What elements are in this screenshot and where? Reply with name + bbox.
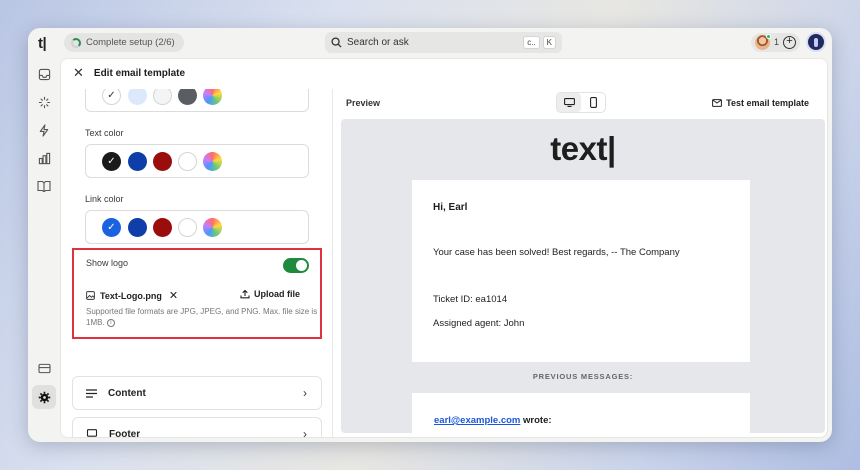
- swatch-light-blue[interactable]: [128, 89, 147, 105]
- footer-laptop-icon: [86, 429, 98, 437]
- billing-icon[interactable]: [36, 360, 52, 376]
- complete-setup-button[interactable]: Complete setup (2/6): [64, 33, 184, 52]
- swatch-dark-gray[interactable]: [178, 89, 197, 105]
- desktop-view-icon[interactable]: [557, 93, 581, 112]
- device-toggle: [556, 92, 606, 113]
- content-accordion[interactable]: Content ›: [72, 376, 322, 410]
- mobile-view-icon[interactable]: [581, 93, 605, 112]
- test-email-template-button[interactable]: Test email template: [712, 98, 809, 108]
- custom-color-picker-icon[interactable]: [203, 152, 222, 171]
- app-window: t| Complete setup (2/6) Search or ask c.…: [28, 28, 832, 442]
- link-color-swatches: ✓: [85, 210, 309, 244]
- top-bar: t| Complete setup (2/6) Search or ask c.…: [28, 28, 832, 58]
- uploaded-file: Text-Logo.png ✕: [86, 289, 178, 302]
- search-bar[interactable]: Search or ask c.. K: [325, 32, 562, 53]
- show-logo-label: Show logo: [86, 258, 129, 268]
- content-label: Content: [108, 387, 146, 399]
- email-body-text: Your case has been solved! Best regards,…: [433, 247, 680, 258]
- knowledge-base-icon[interactable]: [36, 178, 52, 194]
- left-rail: [28, 58, 60, 442]
- collaborator-count: 1: [773, 37, 779, 47]
- keyboard-shortcut: c.. K: [523, 36, 556, 49]
- quoted-message-header: earl@example.com wrote:: [434, 415, 552, 426]
- email-body-card: Hi, Earl Your case has been solved! Best…: [412, 180, 750, 362]
- upload-file-button[interactable]: Upload file: [240, 289, 300, 299]
- search-icon: [331, 37, 342, 48]
- info-icon[interactable]: i: [106, 318, 115, 327]
- test-email-label: Test email template: [726, 98, 809, 108]
- footer-accordion[interactable]: Footer ›: [72, 417, 322, 438]
- upload-label: Upload file: [253, 289, 300, 299]
- assigned-agent: Assigned agent: John: [433, 318, 525, 329]
- image-file-icon: [86, 291, 95, 300]
- content-lines-icon: [86, 388, 97, 398]
- footer-label: Footer: [109, 428, 141, 438]
- email-preview-canvas: text| Hi, Earl Your case has been solved…: [341, 119, 825, 433]
- swatch-blue-selected[interactable]: ✓: [102, 218, 121, 237]
- reports-icon[interactable]: [36, 150, 52, 166]
- settings-gear-icon[interactable]: [32, 385, 56, 409]
- kbd-key-k: K: [542, 36, 556, 49]
- swatch-white[interactable]: [178, 218, 197, 237]
- progress-ring-icon: [71, 37, 81, 48]
- collaborators-group[interactable]: 1 +: [750, 32, 800, 52]
- preview-header: Preview Test email template: [333, 89, 827, 119]
- ticket-id: Ticket ID: ea1014: [433, 294, 508, 305]
- upload-icon: [240, 289, 250, 299]
- file-format-hint: Supported file formats are JPG, JPEG, an…: [86, 306, 318, 328]
- swatch-black-selected[interactable]: ✓: [102, 152, 121, 171]
- swatch-red[interactable]: [153, 218, 172, 237]
- edit-template-panel: ✕ Edit email template ✓ Text color ✓ Lin…: [60, 58, 828, 438]
- file-name: Text-Logo.png: [100, 290, 162, 301]
- chevron-right-icon: ›: [303, 427, 307, 438]
- inbox-icon[interactable]: [36, 66, 52, 82]
- app-logo[interactable]: t|: [38, 35, 47, 52]
- background-color-swatches: ✓: [85, 89, 309, 112]
- panel-title: Edit email template: [93, 67, 186, 79]
- email-logo: text|: [550, 130, 616, 167]
- custom-color-picker-icon[interactable]: [203, 89, 222, 105]
- chevron-right-icon: ›: [303, 386, 307, 400]
- kbd-key-ctrl: c..: [523, 36, 540, 49]
- preview-title: Preview: [346, 98, 381, 108]
- swatch-white[interactable]: [178, 152, 197, 171]
- show-logo-section: Show logo Text-Logo.png ✕ Upload file Su…: [72, 248, 322, 339]
- sender-email-link[interactable]: earl@example.com: [434, 415, 520, 426]
- swatch-red[interactable]: [153, 152, 172, 171]
- email-greeting: Hi, Earl: [433, 202, 468, 213]
- link-color-label: Link color: [85, 194, 124, 204]
- remove-file-icon[interactable]: ✕: [169, 289, 178, 302]
- close-icon[interactable]: ✕: [73, 65, 84, 81]
- search-placeholder: Search or ask: [347, 37, 409, 48]
- previous-messages-heading: PREVIOUS MESSAGES:: [532, 372, 634, 381]
- swatch-blue[interactable]: [128, 152, 147, 171]
- panel-header: ✕ Edit email template: [61, 59, 827, 87]
- swatch-light-gray[interactable]: [153, 89, 172, 105]
- lightning-icon[interactable]: [36, 122, 52, 138]
- sparkle-icon[interactable]: [36, 94, 52, 110]
- text-color-swatches: ✓: [85, 144, 309, 178]
- hint-text: Supported file formats are JPG, JPEG, an…: [86, 307, 318, 327]
- user-profile-icon[interactable]: [806, 32, 826, 52]
- settings-column[interactable]: ✓ Text color ✓ Link color ✓ Show logo Te…: [61, 89, 333, 438]
- swatch-dark-blue[interactable]: [128, 218, 147, 237]
- custom-color-picker-icon[interactable]: [203, 218, 222, 237]
- text-color-label: Text color: [85, 128, 124, 138]
- wrote-label: wrote:: [520, 415, 552, 426]
- previous-message-card: earl@example.com wrote:: [412, 393, 750, 433]
- top-right-controls: 1 +: [750, 32, 826, 52]
- collaborator-avatar: [754, 33, 771, 50]
- setup-label: Complete setup (2/6): [86, 37, 175, 48]
- mail-icon: [712, 99, 723, 107]
- swatch-white-selected[interactable]: ✓: [102, 89, 121, 105]
- add-collaborator-icon[interactable]: +: [783, 35, 796, 49]
- show-logo-toggle[interactable]: [283, 258, 309, 273]
